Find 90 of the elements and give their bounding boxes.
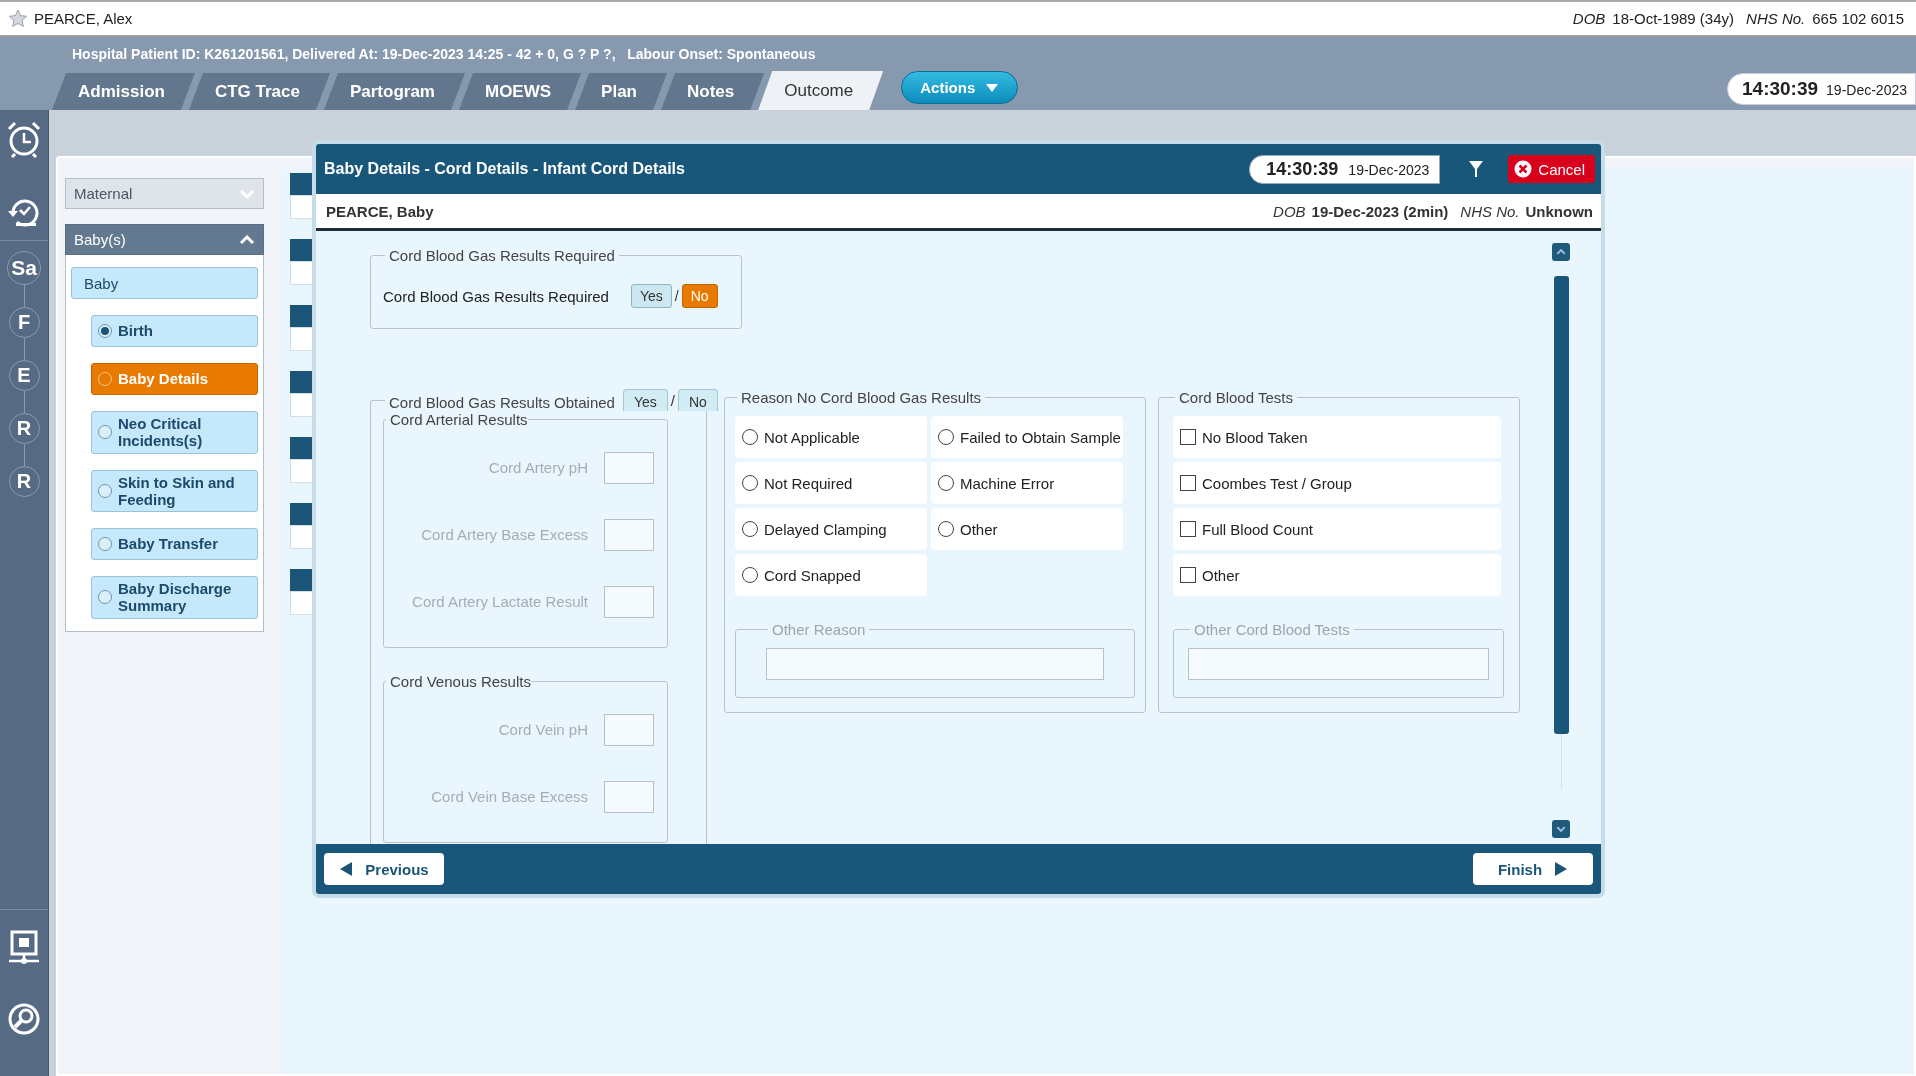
babies-header[interactable]: Baby(s) bbox=[65, 224, 264, 255]
toggle-button[interactable]: Yes bbox=[630, 284, 672, 308]
field-label: Cord Artery pH bbox=[488, 459, 588, 476]
finish-button[interactable]: Finish bbox=[1473, 853, 1593, 885]
radio-option[interactable]: Delayed Clamping bbox=[735, 508, 927, 550]
arrow-left-icon bbox=[339, 861, 354, 877]
nhs-value: Unknown bbox=[1525, 202, 1593, 220]
clock-display: 14:30:39 19-Dec-2023 bbox=[1727, 73, 1916, 105]
caret-icon bbox=[985, 82, 1000, 93]
radio-option[interactable]: Not Applicable bbox=[735, 416, 927, 458]
scrollbar-thumb[interactable] bbox=[1553, 276, 1569, 734]
card-background bbox=[290, 459, 314, 483]
group-legend: Cord Blood Gas Results Obtained bbox=[389, 394, 615, 411]
field-label: Cord Artery Lactate Result bbox=[412, 593, 588, 610]
cancel-button[interactable]: Cancel bbox=[1508, 155, 1595, 183]
checkbox-option[interactable]: Other bbox=[1173, 554, 1501, 596]
nhs-value: 665 102 6015 bbox=[1812, 10, 1904, 27]
radio-option[interactable]: Machine Error bbox=[931, 462, 1123, 504]
card-header bbox=[290, 569, 314, 591]
nav-item[interactable]: Baby Transfer bbox=[91, 528, 258, 560]
dob-value: 18-Oct-1989 (34y) bbox=[1612, 10, 1735, 27]
dob-value: 19-Dec-2023 (2min) bbox=[1311, 202, 1449, 220]
toggle-tab[interactable]: Yes bbox=[622, 389, 668, 411]
previous-button[interactable]: Previous bbox=[324, 853, 444, 885]
nav-tab[interactable]: CTG Trace bbox=[188, 73, 330, 110]
card-background bbox=[290, 591, 314, 615]
nav-tab[interactable]: Plan bbox=[575, 73, 667, 110]
chevron-icon bbox=[1556, 825, 1566, 833]
card-header bbox=[290, 239, 314, 261]
group-legend: Other Reason bbox=[768, 621, 870, 638]
group-legend: Cord Venous Results bbox=[386, 673, 531, 690]
card-background bbox=[290, 327, 314, 351]
dialog-title: Baby Details - Cord Details - Infant Cord Details bbox=[324, 160, 686, 178]
toggle-tab[interactable]: No bbox=[677, 389, 718, 411]
nav-item[interactable]: Neo Critical Incidents(s) bbox=[91, 411, 258, 454]
patient-info: Hospital Patient ID: K261201561, Delivered At: 19-Dec-2023 14:25 - 42 + 0, G ? P ?, Labour Onset: Spontaneous bbox=[71, 45, 817, 64]
nav-tab[interactable]: Partogram bbox=[323, 73, 465, 110]
baby-item[interactable]: Baby bbox=[71, 267, 258, 299]
scroll-up-button[interactable] bbox=[1552, 243, 1570, 261]
dob-label: DOB bbox=[1273, 202, 1306, 220]
group-legend: Cord Blood Gas Results Required bbox=[385, 247, 619, 264]
checkbox-option[interactable]: No Blood Taken bbox=[1173, 416, 1501, 458]
chevron-icon bbox=[1556, 248, 1566, 256]
card-header bbox=[290, 305, 314, 327]
nhs-label: NHS No. bbox=[1460, 202, 1520, 220]
radio-option[interactable]: Failed to Obtain Sample bbox=[931, 416, 1123, 458]
arrow-right-icon bbox=[1554, 861, 1569, 877]
card-background bbox=[290, 261, 314, 285]
separator: / bbox=[674, 288, 679, 304]
separator: / bbox=[670, 391, 675, 409]
scroll-down-button[interactable] bbox=[1552, 820, 1570, 838]
clock-display: 14:30:39 19-Dec-2023 bbox=[1249, 154, 1441, 184]
nav-item[interactable]: Skin to Skin and Feeding bbox=[91, 469, 258, 512]
card-header bbox=[290, 503, 314, 525]
card-background bbox=[290, 393, 314, 417]
card-header bbox=[290, 371, 314, 393]
monitor-icon[interactable] bbox=[8, 930, 40, 966]
maternal-dropdown[interactable]: Maternal bbox=[65, 178, 264, 209]
radio-option[interactable]: Other bbox=[931, 508, 1123, 550]
field-label: Cord Blood Gas Results Required bbox=[383, 287, 609, 305]
radio-option[interactable]: Cord Snapped bbox=[735, 554, 927, 596]
radio-option[interactable]: Not Required bbox=[735, 462, 927, 504]
nav-tab[interactable]: Notes bbox=[661, 73, 765, 110]
dob-label: DOB bbox=[1572, 10, 1606, 27]
checkbox-option[interactable]: Coombes Test / Group bbox=[1173, 462, 1501, 504]
nav-tab[interactable]: Admission bbox=[52, 73, 195, 110]
star-icon bbox=[8, 8, 28, 29]
nav-item[interactable]: Birth bbox=[91, 315, 258, 347]
alarm-clock-icon[interactable] bbox=[6, 120, 42, 158]
card-header bbox=[290, 437, 314, 459]
group-legend: Reason No Cord Blood Gas Results bbox=[737, 389, 986, 406]
search-icon[interactable] bbox=[7, 1002, 41, 1036]
nhs-label: NHS No. bbox=[1746, 10, 1806, 27]
checkbox-option[interactable]: Full Blood Count bbox=[1173, 508, 1501, 550]
field-label: Cord Artery Base Excess bbox=[421, 526, 588, 543]
nav-tab[interactable]: Outcome bbox=[758, 71, 884, 110]
patient-name: PEARCE, Baby bbox=[326, 202, 435, 220]
field-label: Cord Vein Base Excess bbox=[431, 788, 588, 805]
filter-icon[interactable] bbox=[1468, 160, 1485, 178]
close-icon bbox=[1514, 160, 1533, 178]
patient-name: PEARCE, Alex bbox=[34, 10, 133, 27]
nav-tab[interactable]: MOEWS bbox=[459, 73, 582, 110]
nav-item[interactable]: Baby Discharge Summary bbox=[91, 576, 258, 619]
card-background bbox=[290, 525, 314, 549]
card-background bbox=[290, 195, 314, 219]
group-legend: Cord Arterial Results bbox=[386, 411, 528, 428]
field-label: Cord Vein pH bbox=[498, 721, 588, 738]
card-header bbox=[290, 173, 314, 195]
group-legend: Cord Blood Tests bbox=[1175, 389, 1297, 406]
group-legend: Other Cord Blood Tests bbox=[1190, 621, 1354, 638]
